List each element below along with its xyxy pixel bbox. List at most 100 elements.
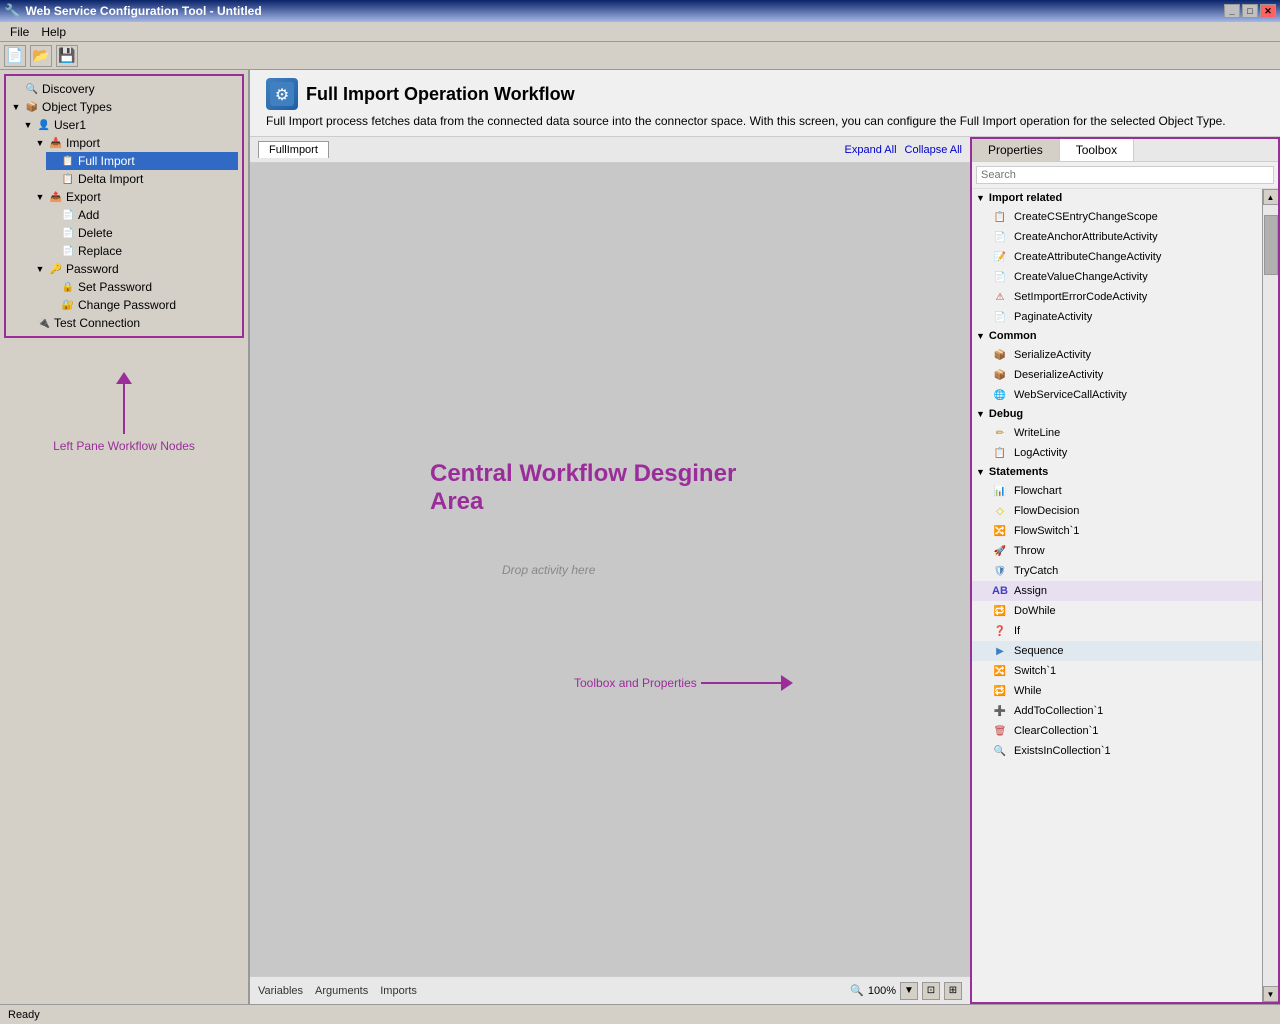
toolbox-item-throw[interactable]: 🚀 Throw (972, 541, 1262, 561)
scroll-track[interactable] (1263, 205, 1278, 986)
tree-item-object-types[interactable]: ▼ 📦 Object Types (10, 98, 238, 116)
tree-item-delete[interactable]: 📄 Delete (46, 224, 238, 242)
toolbox-item-deserialize[interactable]: 📦 DeserializeActivity (972, 365, 1262, 385)
scroll-down-button[interactable]: ▼ (1263, 986, 1279, 1002)
toolbox-item-create-cs[interactable]: 📋 CreateCSEntryChangeScope (972, 207, 1262, 227)
toolbox-item-sequence[interactable]: ▶ Sequence (972, 641, 1262, 661)
tree-item-test-connection[interactable]: 🔌 Test Connection (22, 314, 238, 332)
save-button[interactable]: 💾 (56, 45, 78, 67)
assign-icon: AB (992, 583, 1008, 599)
toolbox-item-assign[interactable]: AB Assign (972, 581, 1262, 601)
group-header-import-related[interactable]: ▼ Import related (972, 189, 1262, 207)
expand-all-button[interactable]: Expand All (845, 144, 897, 156)
group-header-debug[interactable]: ▼ Debug (972, 405, 1262, 423)
menu-file[interactable]: File (4, 25, 35, 39)
expand-icon-add (46, 209, 58, 221)
right-area: ⚙ Full Import Operation Workflow Full Im… (250, 70, 1280, 1004)
toolbox-item-create-anchor[interactable]: 📄 CreateAnchorAttributeActivity (972, 227, 1262, 247)
expand-icon-object-types: ▼ (10, 101, 22, 113)
create-anchor-icon: 📄 (992, 229, 1008, 245)
expand-icon-full-import (46, 155, 58, 167)
status-text: Ready (8, 1009, 40, 1021)
toolbox-item-existsincollection[interactable]: 🔍 ExistsInCollection`1 (972, 741, 1262, 761)
toolbox-item-flowdecision[interactable]: ◇ FlowDecision (972, 501, 1262, 521)
group-expand-debug: ▼ (976, 409, 985, 419)
delete-label: Delete (78, 226, 113, 240)
toolbox-item-clearcollection[interactable]: 🗑 ClearCollection`1 (972, 721, 1262, 741)
imports-tab[interactable]: Imports (380, 985, 417, 997)
menu-help[interactable]: Help (35, 25, 72, 39)
toolbox-item-flowswitch[interactable]: 🔀 FlowSwitch`1 (972, 521, 1262, 541)
user1-label: User1 (54, 118, 86, 132)
group-header-statements[interactable]: ▼ Statements (972, 463, 1262, 481)
zoom-fit-button[interactable]: ⊡ (922, 982, 940, 1000)
tree-item-export[interactable]: ▼ 📤 Export (34, 188, 238, 206)
window-buttons: _ □ ✕ (1224, 4, 1276, 18)
tree-item-delta-import[interactable]: 📋 Delta Import (46, 170, 238, 188)
tree-item-discovery[interactable]: 🔍 Discovery (10, 80, 238, 98)
arrow-right-head (781, 675, 793, 691)
set-import-label: SetImportErrorCodeActivity (1014, 291, 1147, 303)
properties-tab[interactable]: Properties (972, 139, 1060, 161)
toolbox-item-while[interactable]: 🔁 While (972, 681, 1262, 701)
deserialize-label: DeserializeActivity (1014, 369, 1103, 381)
toolbox-item-webservice[interactable]: 🌐 WebServiceCallActivity (972, 385, 1262, 405)
scroll-up-button[interactable]: ▲ (1263, 189, 1279, 205)
zoom-dropdown-button[interactable]: ▼ (900, 982, 918, 1000)
toolbox-item-writeline[interactable]: ✏ WriteLine (972, 423, 1262, 443)
group-label-import-related: Import related (989, 192, 1062, 204)
webservice-label: WebServiceCallActivity (1014, 389, 1127, 401)
toolbox-item-addtocollection[interactable]: ➕ AddToCollection`1 (972, 701, 1262, 721)
test-connection-label: Test Connection (54, 316, 140, 330)
designer-canvas[interactable]: Central Workflow Desginer Area Drop acti… (250, 163, 970, 976)
tree-item-user1[interactable]: ▼ 👤 User1 (22, 116, 238, 134)
arguments-tab[interactable]: Arguments (315, 985, 368, 997)
tree-item-import[interactable]: ▼ 📥 Import (34, 134, 238, 152)
workflow-tab-fullimport[interactable]: FullImport (258, 141, 329, 158)
arrow-right-line (701, 682, 781, 684)
if-label: If (1014, 625, 1020, 637)
minimize-button[interactable]: _ (1224, 4, 1240, 18)
toolbox-item-create-value[interactable]: 📄 CreateValueChangeActivity (972, 267, 1262, 287)
search-input[interactable] (976, 166, 1274, 184)
zoom-actual-button[interactable]: ⊞ (944, 982, 962, 1000)
toolbox-item-logactivity[interactable]: 📋 LogActivity (972, 443, 1262, 463)
close-button[interactable]: ✕ (1260, 4, 1276, 18)
arrow-head-up (116, 372, 132, 384)
tree-item-replace[interactable]: 📄 Replace (46, 242, 238, 260)
dowhile-label: DoWhile (1014, 605, 1056, 617)
group-header-common[interactable]: ▼ Common (972, 327, 1262, 345)
tree-item-set-password[interactable]: 🔒 Set Password (46, 278, 238, 296)
toolbox-item-flowchart[interactable]: 📊 Flowchart (972, 481, 1262, 501)
full-import-icon: 📋 (60, 153, 76, 169)
open-button[interactable]: 📂 (30, 45, 52, 67)
toolbox-item-serialize[interactable]: 📦 SerializeActivity (972, 345, 1262, 365)
toolbox-tab[interactable]: Toolbox (1060, 139, 1134, 161)
tree-item-change-password[interactable]: 🔐 Change Password (46, 296, 238, 314)
toolbox-item-create-attr[interactable]: 📝 CreateAttributeChangeActivity (972, 247, 1262, 267)
create-anchor-label: CreateAnchorAttributeActivity (1014, 231, 1158, 243)
tree-item-password[interactable]: ▼ 🔑 Password (34, 260, 238, 278)
scroll-thumb[interactable] (1264, 215, 1278, 275)
deserialize-icon: 📦 (992, 367, 1008, 383)
replace-icon: 📄 (60, 243, 76, 259)
toolbox-item-set-import[interactable]: ⚠ SetImportErrorCodeActivity (972, 287, 1262, 307)
test-connection-icon: 🔌 (36, 315, 52, 331)
toolbox-item-trycatch[interactable]: 🛡 TryCatch (972, 561, 1262, 581)
content-area: 🔍 Discovery ▼ 📦 Object Types ▼ 👤 User1 ▼… (0, 70, 1280, 1004)
toolbox-item-switch[interactable]: 🔀 Switch`1 (972, 661, 1262, 681)
user1-icon: 👤 (36, 117, 52, 133)
expand-icon-set-password (46, 281, 58, 293)
tree-item-full-import[interactable]: 📋 Full Import (46, 152, 238, 170)
collapse-all-button[interactable]: Collapse All (905, 144, 962, 156)
toolbox-item-paginate[interactable]: 📄 PaginateActivity (972, 307, 1262, 327)
tree-item-add[interactable]: 📄 Add (46, 206, 238, 224)
variables-tab[interactable]: Variables (258, 985, 303, 997)
left-pane: 🔍 Discovery ▼ 📦 Object Types ▼ 👤 User1 ▼… (0, 70, 250, 1004)
maximize-button[interactable]: □ (1242, 4, 1258, 18)
new-button[interactable]: 📄 (4, 45, 26, 67)
toolbox-item-dowhile[interactable]: 🔁 DoWhile (972, 601, 1262, 621)
toolbox-item-if[interactable]: ❓ If (972, 621, 1262, 641)
panel-scrollbar: ▲ ▼ (1262, 189, 1278, 1002)
group-debug: ▼ Debug ✏ WriteLine 📋 LogActivity (972, 405, 1262, 463)
